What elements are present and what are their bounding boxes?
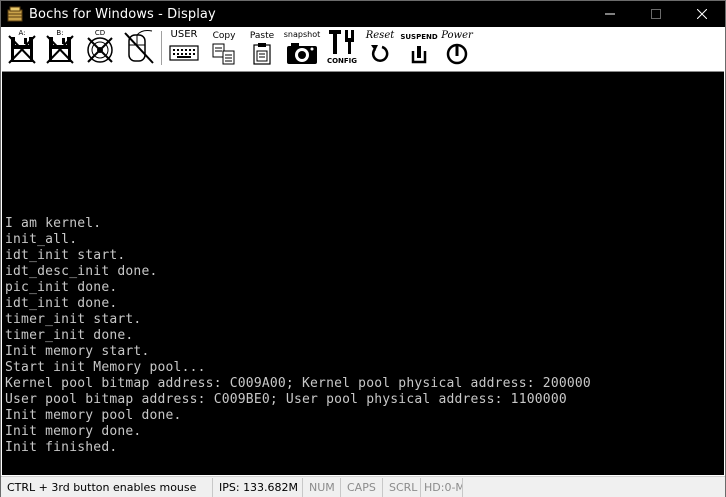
power-icon [446,43,468,65]
num-lock-status: NUM [303,477,341,497]
cdrom-button[interactable]: CD [84,27,116,69]
copy-icon [212,43,235,65]
window-controls [587,1,725,27]
console-line: timer_init done. [5,328,134,343]
console-output: I am kernel. init_all. idt_init start. idt_… [5,216,591,456]
copy-label: Copy [212,31,236,41]
suspend-icon [411,46,427,64]
caps-lock-status: CAPS [341,477,383,497]
floppy-a-icon: A: [8,29,36,64]
mouse-hint-status: CTRL + 3rd button enables mouse [1,477,213,497]
floppy-a-button[interactable]: A: [7,27,37,69]
emulator-display[interactable]: I am kernel. init_all. idt_init start. idt_… [2,71,724,475]
reset-label: Reset [365,30,395,41]
ips-status: IPS: 133.682M [213,477,303,497]
console-line: timer_init start. [5,312,142,327]
console-line: pic_init done. [5,280,118,295]
cdrom-icon: CD [87,29,113,63]
svg-text:B:: B: [56,29,63,37]
config-icon [329,30,354,54]
maximize-button[interactable] [633,1,679,27]
bochs-display-window: Bochs for Windows - Display A: B: CD USE… [0,0,726,497]
console-line: Init memory pool done. [5,408,182,423]
reset-icon [371,45,389,62]
mouse-icon [124,30,154,64]
paste-icon [253,43,271,65]
keyboard-icon [169,45,199,61]
config-label: CONFIG [326,57,358,65]
console-line: idt_desc_init done. [5,264,158,279]
user-label: USER [170,29,198,40]
hd-status: HD:0-M [421,477,463,497]
power-button[interactable]: Power [440,27,474,69]
suspend-button[interactable]: SUSPEND [400,27,438,69]
config-button[interactable]: CONFIG [326,27,358,69]
status-bar: CTRL + 3rd button enables mouse IPS: 133… [1,476,725,497]
console-line: idt_init start. [5,248,126,263]
console-line: Start init Memory pool... [5,360,206,375]
console-line: Kernel pool bitmap address: C009A00; Ker… [5,376,591,391]
maximize-icon [651,9,661,19]
console-line: Init memory start. [5,344,150,359]
svg-text:CD: CD [95,29,105,37]
console-line: Init finished. [5,440,118,455]
close-button[interactable] [679,1,725,27]
paste-button[interactable]: Paste [247,27,277,69]
title-bar[interactable]: Bochs for Windows - Display [1,1,725,27]
mouse-toggle-button[interactable] [122,27,156,69]
paste-label: Paste [249,31,275,41]
copy-button[interactable]: Copy [209,27,239,69]
scroll-lock-status: SCRL [383,477,421,497]
camera-icon [287,43,317,64]
snapshot-button[interactable]: snapshot [284,27,320,69]
minimize-icon [605,13,615,15]
console-line: Init memory done. [5,424,142,439]
power-label: Power [441,30,473,41]
bochs-app-icon [7,6,23,22]
user-button[interactable]: USER [167,27,201,69]
close-icon [697,9,707,19]
console-line: idt_init done. [5,296,118,311]
toolbar: A: B: CD USER Copy Paste snapshot CONFIG… [1,27,725,70]
console-line: User pool bitmap address: C009BE0; User … [5,392,567,407]
snapshot-label: snapshot [283,30,321,39]
suspend-label: SUSPEND [400,33,438,41]
minimize-button[interactable] [587,1,633,27]
window-title: Bochs for Windows - Display [29,6,216,22]
toolbar-separator [161,31,162,65]
reset-button[interactable]: Reset [364,27,396,69]
floppy-b-icon: B: [46,29,74,64]
floppy-b-button[interactable]: B: [45,27,75,69]
console-line: I am kernel. [5,216,102,231]
console-line: init_all. [5,232,78,247]
svg-text:A:: A: [18,29,25,37]
